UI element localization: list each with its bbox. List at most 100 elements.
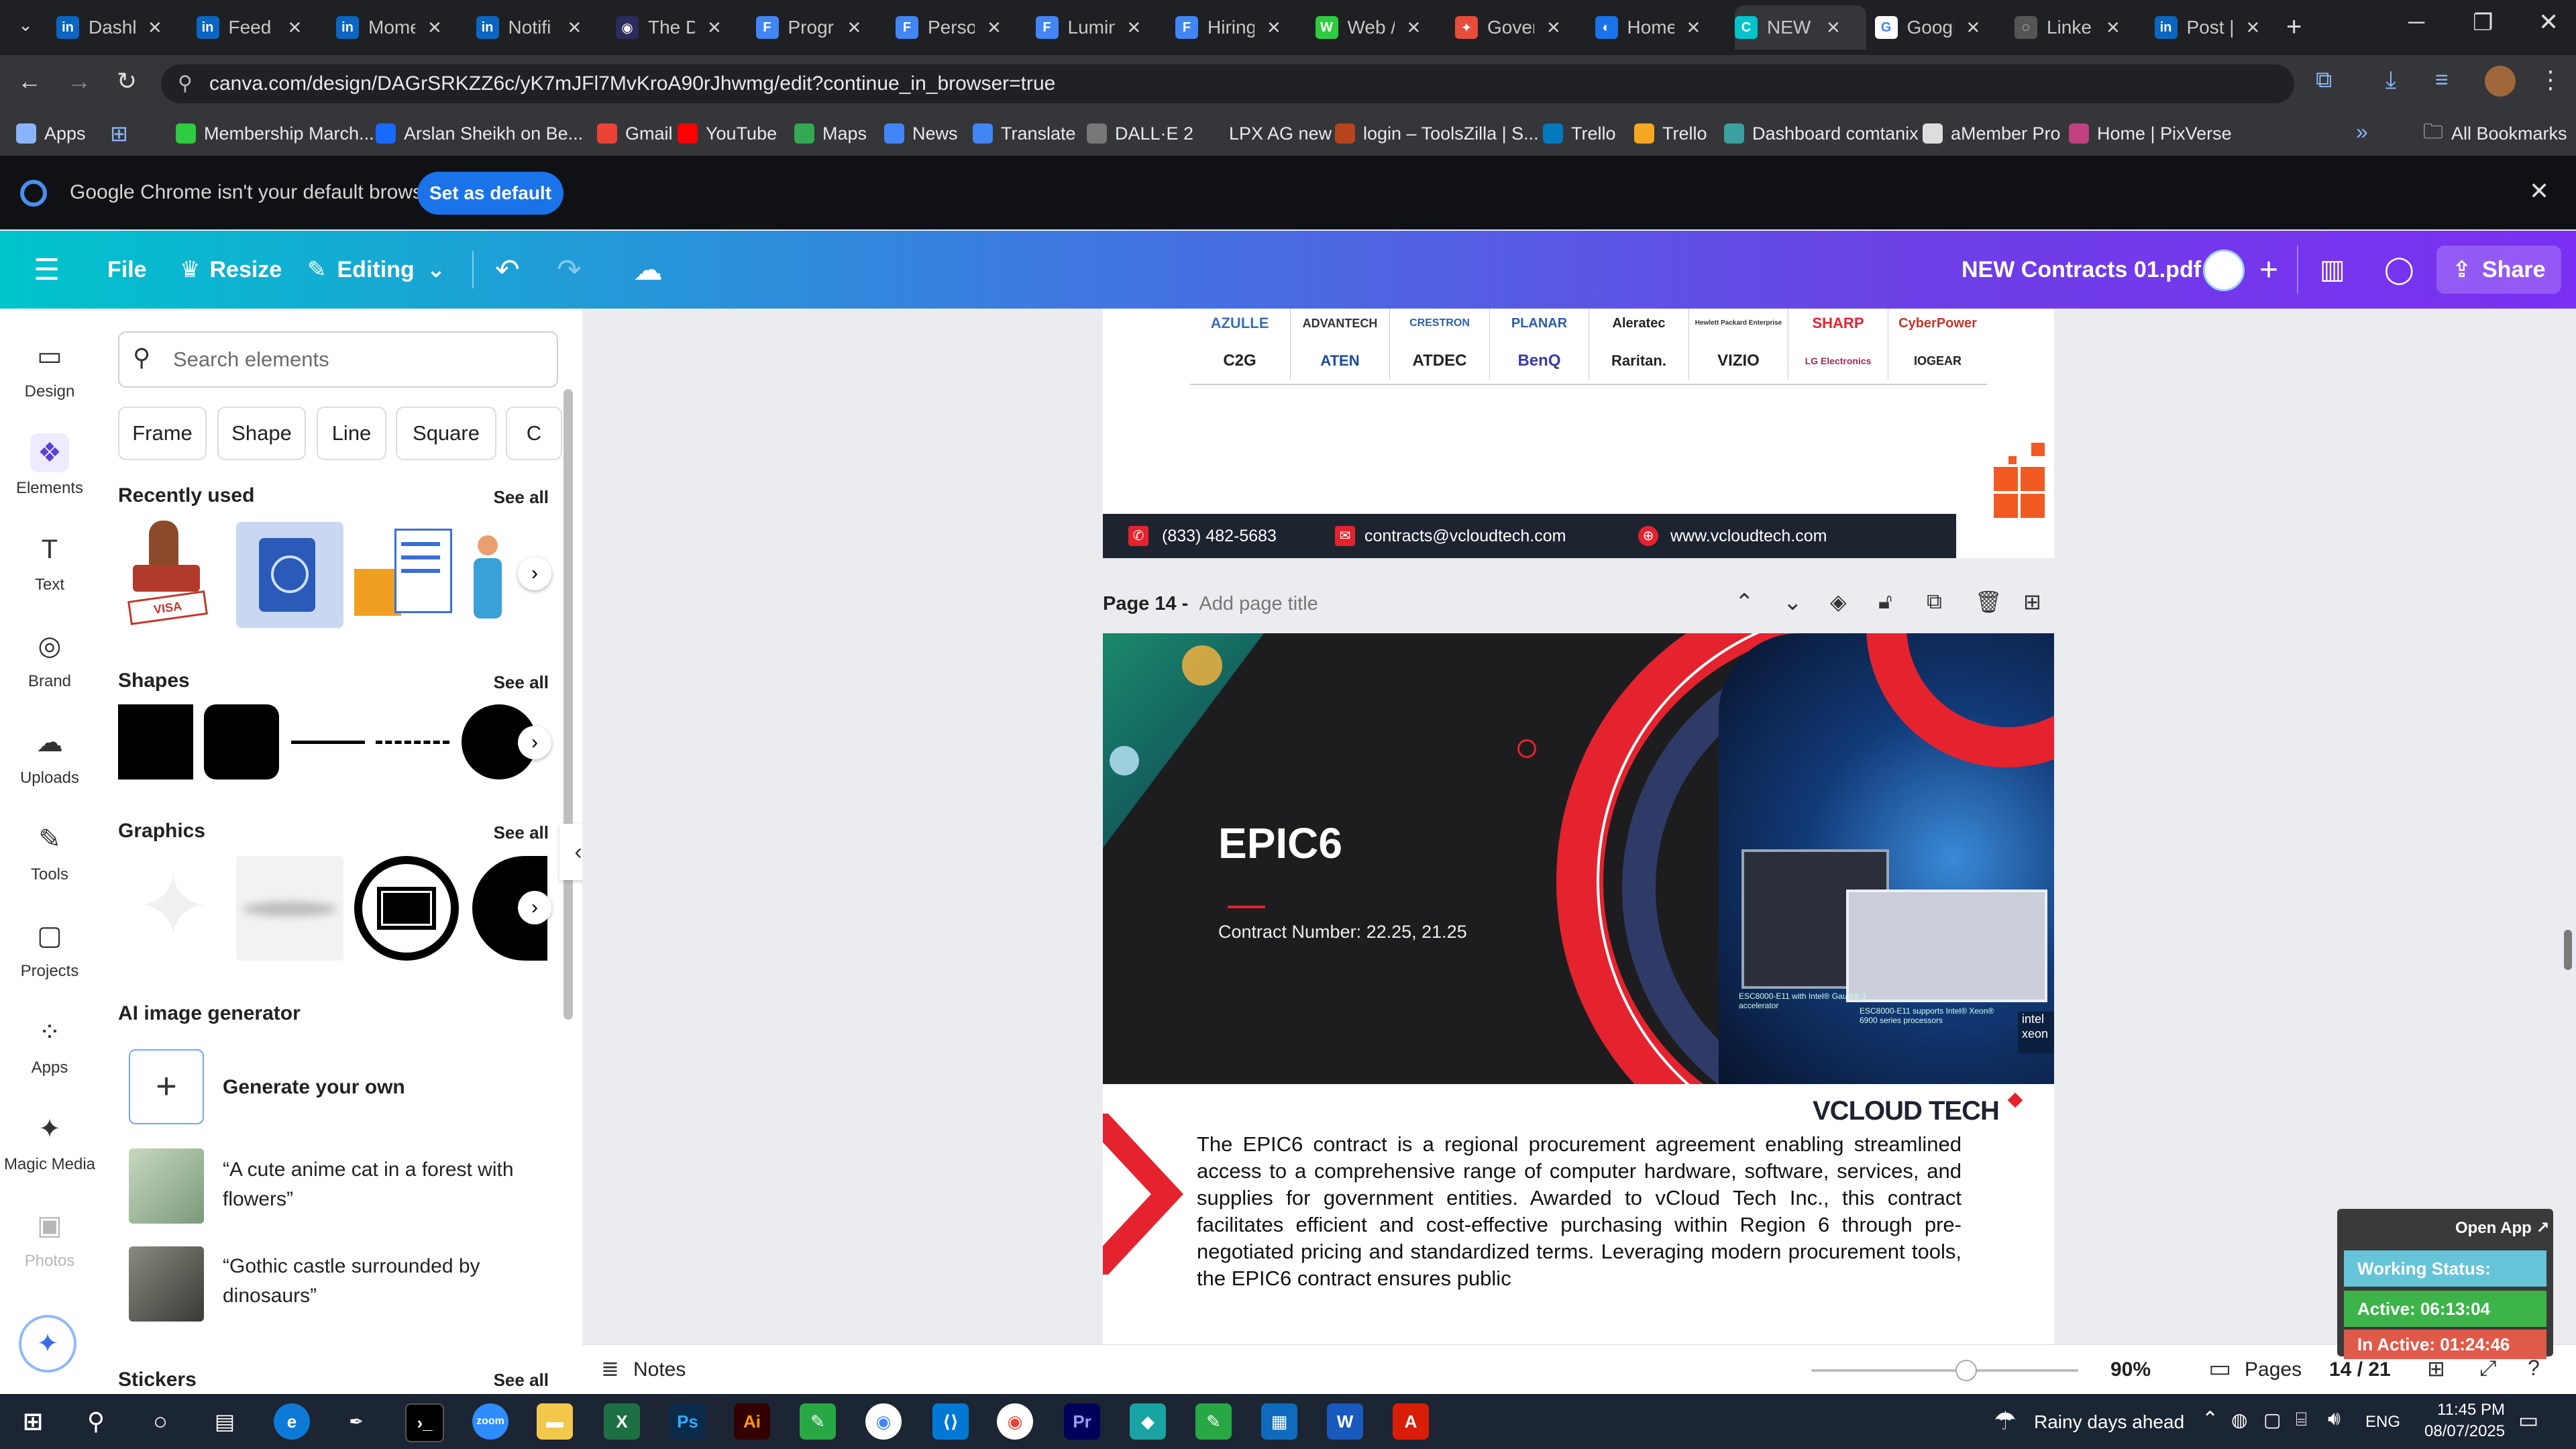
bookmark-item[interactable]: Membership March... — [176, 111, 374, 156]
browser-tab[interactable]: ✦ Gover ✕ — [1455, 5, 1587, 50]
browser-tab[interactable]: W Web / ✕ — [1315, 5, 1447, 50]
browser-tab[interactable]: F Hiring ✕ — [1175, 5, 1307, 50]
set-as-default-button[interactable]: Set as default — [417, 172, 564, 215]
page-down-icon[interactable]: ⌄ — [1783, 589, 1803, 616]
bookmark-item[interactable]: YouTube — [678, 111, 777, 156]
bookmark-item[interactable]: Dashboard comtanix — [1724, 111, 1919, 156]
notification-icon[interactable]: ▭ — [2518, 1407, 2538, 1433]
tab-close-icon[interactable]: ✕ — [2246, 17, 2261, 38]
recent-people-graphic[interactable] — [471, 522, 525, 628]
tab-close-icon[interactable]: ✕ — [427, 17, 442, 38]
prompt-cat-text[interactable]: “A cute anime cat in a forest with flowe… — [223, 1155, 545, 1214]
chrome-taskbar-icon[interactable]: ◉ — [865, 1403, 902, 1440]
tab-close-icon[interactable]: ✕ — [288, 17, 303, 38]
all-bookmarks[interactable]: 🗀 All Bookmarks — [2423, 111, 2567, 156]
tab-close-icon[interactable]: ✕ — [568, 17, 582, 38]
chip-frame[interactable]: Frame — [118, 407, 207, 460]
terminal-icon[interactable]: ›_ — [405, 1403, 444, 1442]
rail-item-text[interactable]: T Text — [0, 530, 99, 594]
rail-item-magic-media[interactable]: ✦ Magic Media — [0, 1110, 99, 1174]
bookmark-item[interactable]: Maps — [794, 111, 867, 156]
shapes-see-all[interactable]: See all — [494, 672, 549, 693]
chip-more[interactable]: C — [506, 407, 562, 460]
green-app-2-icon[interactable]: ✎ — [1195, 1403, 1232, 1440]
chip-line[interactable]: Line — [317, 407, 386, 460]
network-icon[interactable]: ⌸ — [2296, 1409, 2307, 1431]
chrome-menu-icon[interactable]: ⋮ — [2538, 66, 2563, 94]
word-icon[interactable]: W — [1327, 1403, 1363, 1440]
graphic-sparkle[interactable]: ✦ — [126, 856, 220, 957]
illustrator-icon[interactable]: Ai — [734, 1403, 770, 1440]
premiere-icon[interactable]: Pr — [1064, 1403, 1100, 1440]
rail-item-design[interactable]: ▭ Design — [0, 337, 99, 401]
zoom-slider-thumb[interactable] — [1955, 1360, 1977, 1381]
minimize-icon[interactable]: ─ — [2408, 9, 2424, 36]
graphics-next-chevron-icon[interactable]: › — [518, 891, 551, 924]
tab-close-icon[interactable]: ✕ — [1407, 17, 1421, 38]
rail-item-uploads[interactable]: ☁ Uploads — [0, 723, 99, 788]
redo-icon[interactable]: ↷ — [557, 231, 582, 309]
rail-item-apps[interactable]: ⁘ Apps — [0, 1013, 99, 1077]
vscode-icon[interactable]: ⟨⟩ — [932, 1403, 969, 1440]
canvas-scrollbar[interactable] — [2564, 930, 2572, 970]
infobar-close-icon[interactable]: ✕ — [2529, 177, 2549, 205]
new-tab-button[interactable]: + — [2286, 12, 2302, 42]
tab-close-icon[interactable]: ✕ — [2106, 17, 2121, 38]
forward-icon[interactable]: → — [67, 67, 91, 95]
file-explorer-icon[interactable]: ▬ — [537, 1403, 573, 1440]
task-view-icon[interactable]: ▤ — [207, 1403, 243, 1440]
tray-app-2-icon[interactable]: ▢ — [2263, 1409, 2281, 1431]
browser-tab[interactable]: in Mome ✕ — [336, 5, 468, 50]
browser-tab[interactable]: in Dashl ✕ — [56, 5, 188, 50]
generate-plus-icon[interactable]: + — [129, 1049, 204, 1124]
recent-next-chevron-icon[interactable]: › — [518, 557, 551, 590]
canva-assistant-sparkle-icon[interactable]: ✦ — [19, 1315, 76, 1373]
bookmark-item[interactable]: DALL·E 2 — [1087, 111, 1193, 156]
windows-start-icon[interactable]: ⊞ — [15, 1403, 51, 1440]
undo-icon[interactable]: ↶ — [495, 231, 520, 309]
excel-icon[interactable]: X — [604, 1403, 640, 1440]
open-app-link[interactable]: Open App ↗ — [2455, 1218, 2550, 1238]
graphic-shadow[interactable] — [236, 856, 343, 961]
calculator-icon[interactable]: ▦ — [1261, 1403, 1297, 1440]
shapes-next-chevron-icon[interactable]: › — [518, 726, 551, 759]
rail-item-projects[interactable]: ▢ Projects — [0, 916, 99, 981]
add-page-icon[interactable]: ⊞ — [2023, 589, 2041, 614]
rail-item-tools[interactable]: ✎ Tools — [0, 820, 99, 884]
back-icon[interactable]: ← — [17, 67, 42, 95]
share-button[interactable]: ⇪ Share — [2436, 246, 2561, 294]
reload-icon[interactable]: ↻ — [117, 67, 137, 95]
zoom-slider-track[interactable] — [1811, 1369, 2078, 1372]
bookmark-item[interactable]: Trello — [1543, 111, 1616, 156]
add-page-title[interactable]: Add page title — [1199, 593, 1318, 614]
tab-close-icon[interactable]: ✕ — [1686, 17, 1701, 38]
clock-time[interactable]: 11:45 PM — [2424, 1401, 2505, 1419]
browser-tab[interactable]: ◌ Linke ✕ — [2015, 5, 2146, 50]
weather-text[interactable]: Rainy days ahead — [2034, 1411, 2184, 1433]
lock-page-icon[interactable]: 🔓︎ — [1878, 589, 1892, 614]
recent-house-graphic[interactable] — [354, 522, 455, 628]
page-up-icon[interactable]: ⌃ — [1735, 589, 1754, 616]
browser-tab[interactable]: ◐ Home ✕ — [1595, 5, 1727, 50]
notes-button[interactable]: Notes — [633, 1358, 686, 1381]
browser-tab[interactable]: in Notifi ✕ — [476, 5, 608, 50]
pen-icon[interactable]: ✒ — [338, 1403, 374, 1440]
prompt-cat-thumbnail[interactable] — [129, 1148, 204, 1224]
recent-passport-graphic[interactable] — [236, 522, 343, 628]
shape-line[interactable] — [291, 741, 365, 744]
download-icon[interactable]: ⤓ — [2385, 66, 2396, 95]
volume-icon[interactable]: 🔊︎ — [2328, 1407, 2341, 1430]
tray-app-icon[interactable]: ◍ — [2231, 1409, 2247, 1431]
grid-view-icon[interactable]: ⊞ — [2427, 1356, 2445, 1381]
hide-page-icon[interactable]: ◈ — [1830, 589, 1847, 614]
page-14[interactable]: EPIC6 Contract Number: 22.25, 21.25 ESC8… — [1103, 633, 2054, 1344]
tab-close-icon[interactable]: ✕ — [847, 17, 862, 38]
resize-button[interactable]: ♛ Resize — [180, 231, 282, 309]
recently-used-see-all[interactable]: See all — [494, 487, 549, 508]
cortana-icon[interactable]: ○ — [142, 1403, 178, 1440]
help-icon[interactable]: ? — [2528, 1356, 2540, 1381]
rail-item-photos[interactable]: ▣ Photos — [0, 1206, 99, 1271]
tab-close-icon[interactable]: ✕ — [1826, 17, 1841, 38]
browser-tab[interactable]: in Feed | ✕ — [196, 5, 328, 50]
bookmark-item[interactable]: Gmail — [597, 111, 673, 156]
